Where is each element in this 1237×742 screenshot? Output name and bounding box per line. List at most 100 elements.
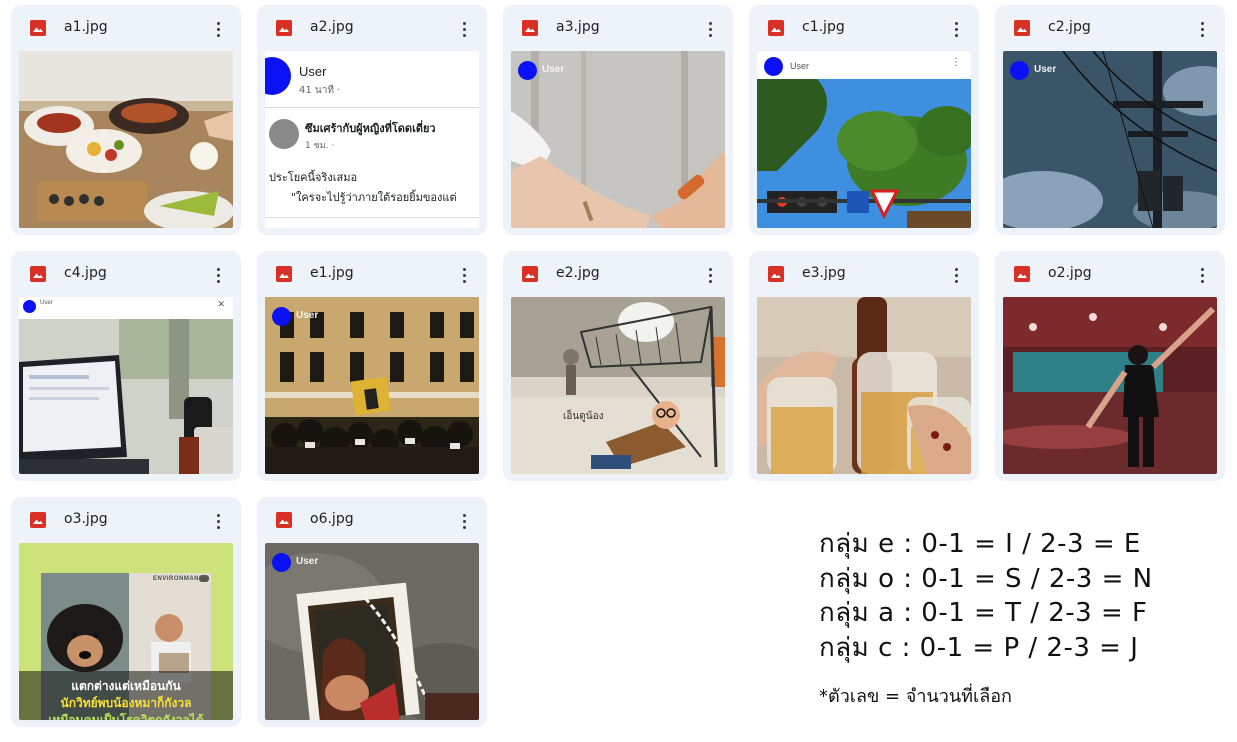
file-card-header: c1.jpg — [749, 5, 979, 51]
file-card-o3[interactable]: o3.jpg ENVIRONMAN แตกต่างแต่เหมือนกัน นั… — [11, 497, 241, 727]
file-card-o2[interactable]: o2.jpg — [995, 251, 1225, 481]
more-vert-icon[interactable] — [455, 510, 475, 532]
file-card-header: c4.jpg — [11, 251, 241, 297]
file-thumbnail[interactable]: User — [265, 297, 479, 474]
file-thumbnail[interactable]: ENVIRONMAN แตกต่างแต่เหมือนกัน นักวิทย์พ… — [19, 543, 233, 720]
file-thumbnail[interactable]: User — [265, 543, 479, 720]
avatar — [764, 57, 783, 76]
file-card-c1[interactable]: c1.jpg User ⋮ — [749, 5, 979, 235]
image-overlay-text: เอ็นดูน้อง — [563, 411, 604, 422]
image-file-icon — [1014, 20, 1030, 36]
divider — [265, 217, 479, 218]
image-file-icon — [768, 20, 784, 36]
file-name: o2.jpg — [1048, 265, 1092, 281]
legend-line-e: กลุ่ม e : 0-1 = I / 2-3 = E — [819, 529, 1141, 559]
food-table-image — [19, 51, 233, 228]
poster-headline: เหมือนคนเป็นโรควิตกกังวลได้ — [48, 713, 204, 720]
more-vert-icon[interactable] — [947, 18, 967, 40]
image-file-icon — [276, 512, 292, 528]
file-thumbnail[interactable] — [1003, 297, 1217, 474]
file-card-a1[interactable]: a1.jpg — [11, 5, 241, 235]
file-card-header: e3.jpg — [749, 251, 979, 297]
shared-title: ซึมเศร้ากับผู้หญิงที่โดดเดี่ยว — [305, 122, 436, 135]
file-name: a2.jpg — [310, 19, 354, 35]
file-name: e3.jpg — [802, 265, 846, 281]
more-vert-icon[interactable] — [209, 264, 229, 286]
avatar — [272, 553, 291, 572]
shared-time: 1 ชม. · — [305, 141, 335, 151]
file-thumbnail[interactable]: User 41 นาที · ซึมเศร้ากับผู้หญิงที่โดดเ… — [265, 51, 479, 228]
file-thumbnail[interactable]: User — [511, 51, 725, 228]
file-name: o3.jpg — [64, 511, 108, 527]
divider — [265, 107, 479, 108]
file-thumbnail[interactable] — [757, 297, 971, 474]
user-label: User — [790, 61, 810, 71]
file-name: c1.jpg — [802, 19, 845, 35]
more-vert-icon[interactable] — [455, 264, 475, 286]
image-file-icon — [276, 20, 292, 36]
file-card-a2[interactable]: a2.jpg User 41 นาที · ซึมเศร้ากับผู้หญิง… — [257, 5, 487, 235]
post-user-name: User — [299, 64, 327, 79]
file-name: a1.jpg — [64, 19, 108, 35]
more-vert-icon[interactable] — [947, 264, 967, 286]
user-label: User — [542, 64, 565, 75]
mbti-legend: กลุ่ม e : 0-1 = I / 2-3 = E กลุ่ม o : 0-… — [819, 527, 1153, 710]
file-card-header: e2.jpg — [503, 251, 733, 297]
file-card-e2[interactable]: e2.jpg เอ็นดูน้อง — [503, 251, 733, 481]
file-card-header: c2.jpg — [995, 5, 1225, 51]
image-file-icon — [30, 512, 46, 528]
file-name: c2.jpg — [1048, 19, 1091, 35]
roller-rink-dancer-image — [1003, 297, 1217, 474]
file-card-header: o6.jpg — [257, 497, 487, 543]
holding-hands-image — [511, 51, 725, 228]
file-card-e1[interactable]: e1.jpg User — [257, 251, 487, 481]
protest-crowd-image — [265, 297, 479, 474]
file-thumbnail[interactable]: เอ็นดูน้อง — [511, 297, 725, 474]
file-card-header: e1.jpg — [257, 251, 487, 297]
post-quote: "ใครจะไปรู้ว่าภายใต้รอยยิ้มของแต่ — [291, 191, 457, 204]
file-card-header: a1.jpg — [11, 5, 241, 51]
file-thumbnail[interactable]: User — [1003, 51, 1217, 228]
more-vert-icon[interactable] — [1193, 18, 1213, 40]
brand-badge — [199, 575, 209, 582]
file-thumbnail[interactable] — [19, 51, 233, 228]
post-caption: ประโยคนี้จริงเสมอ — [269, 171, 358, 184]
file-card-e3[interactable]: e3.jpg — [749, 251, 979, 481]
file-card-c2[interactable]: c2.jpg User — [995, 5, 1225, 235]
file-name: o6.jpg — [310, 511, 354, 527]
file-card-header: o2.jpg — [995, 251, 1225, 297]
file-name: e1.jpg — [310, 265, 354, 281]
image-file-icon — [30, 266, 46, 282]
legend-line-o: กลุ่ม o : 0-1 = S / 2-3 = N — [819, 563, 1153, 594]
more-vert-icon[interactable] — [701, 264, 721, 286]
kid-shopping-cart-image — [511, 297, 725, 474]
legend-note: *ตัวเลข = จำนวนที่เลือก — [819, 686, 1012, 707]
post-time: 41 นาที · — [299, 85, 341, 96]
file-card-header: o3.jpg — [11, 497, 241, 543]
avatar — [23, 300, 36, 313]
legend-line-a: กลุ่ม a : 0-1 = T / 2-3 = F — [819, 598, 1148, 628]
user-label: User — [296, 556, 319, 567]
file-thumbnail[interactable]: User ⋮ — [757, 51, 971, 228]
image-file-icon — [276, 266, 292, 282]
file-card-o6[interactable]: o6.jpg User — [257, 497, 487, 727]
file-name: c4.jpg — [64, 265, 107, 281]
close-icon: ✕ — [217, 299, 225, 309]
file-thumbnail[interactable]: User ✕ — [19, 297, 233, 474]
more-vert-icon[interactable] — [209, 510, 229, 532]
image-file-icon — [522, 266, 538, 282]
avatar — [265, 57, 291, 95]
file-name: a3.jpg — [556, 19, 600, 35]
traffic-light-trees-image — [757, 51, 971, 228]
user-label: User — [296, 310, 319, 321]
file-card-a3[interactable]: a3.jpg User — [503, 5, 733, 235]
user-label: User — [40, 300, 53, 306]
more-vert-icon[interactable] — [701, 18, 721, 40]
file-name: e2.jpg — [556, 265, 600, 281]
more-vert-icon[interactable] — [1193, 264, 1213, 286]
file-card-c4[interactable]: c4.jpg User ✕ — [11, 251, 241, 481]
image-file-icon — [522, 20, 538, 36]
more-vert-icon[interactable] — [209, 18, 229, 40]
more-vert-icon[interactable] — [455, 18, 475, 40]
painting-wall-image — [265, 543, 479, 720]
